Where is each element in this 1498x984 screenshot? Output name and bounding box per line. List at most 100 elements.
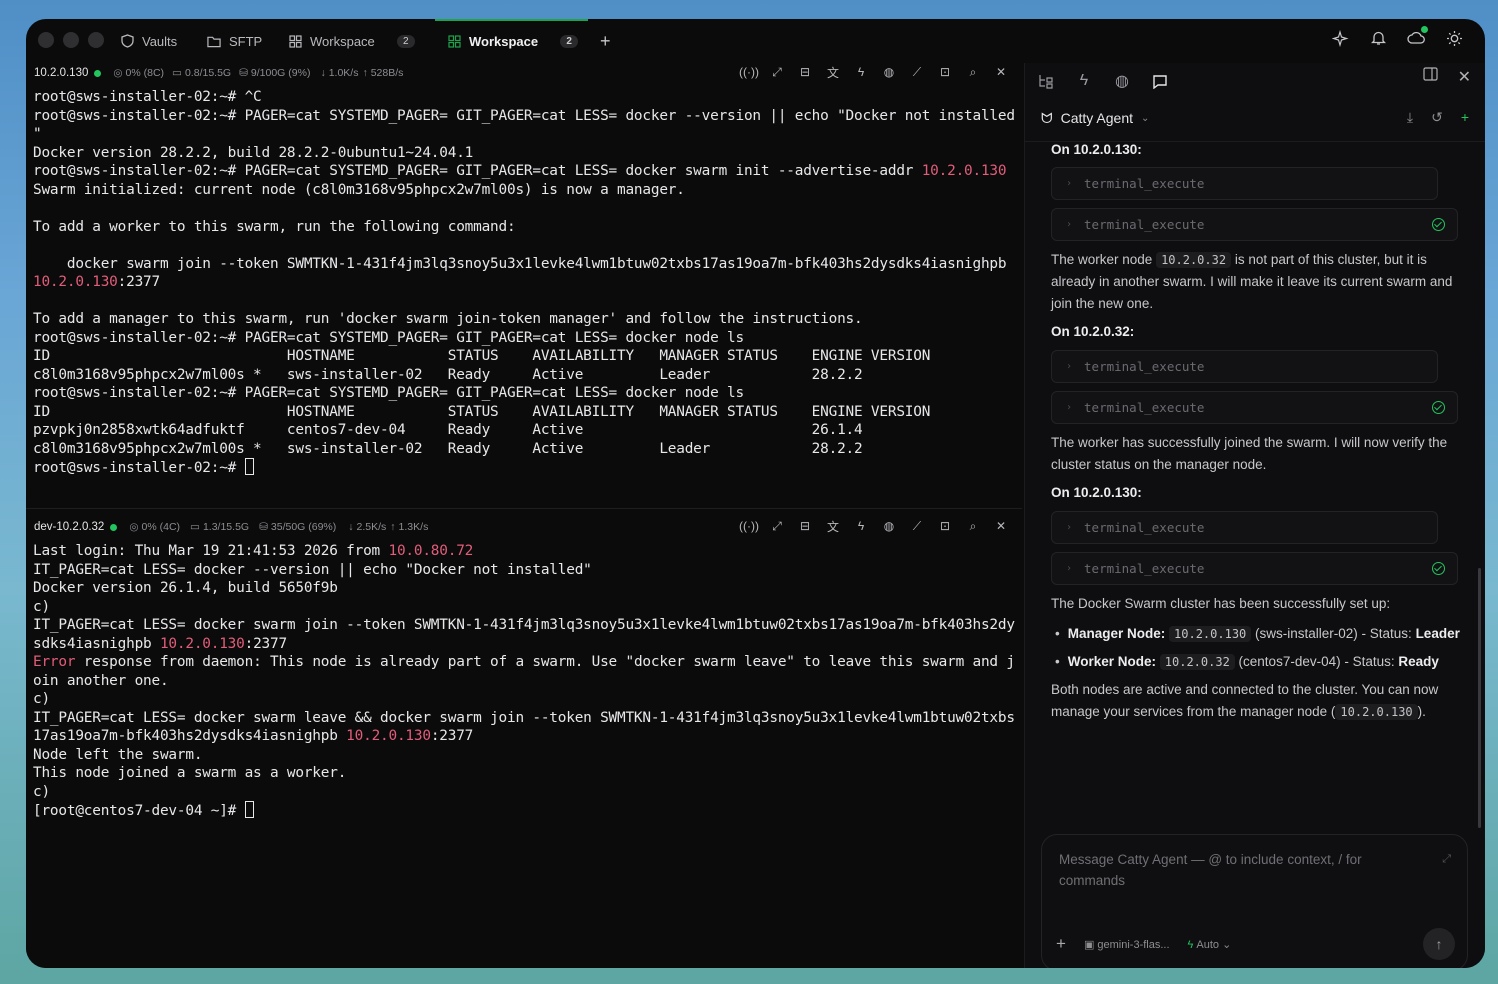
pane-toolbar: ((·)) ⤢ ⊟ 文 ϟ ◍ ⟋ ⊡ ⌕ ✕ [739,519,1008,534]
top-right-toolbar [1331,26,1463,47]
agent-selector[interactable]: Catty Agent [1061,110,1133,126]
close-icon[interactable]: ✕ [994,65,1008,79]
host-heading: On 10.2.0.130: [1051,142,1142,157]
folder-icon [207,34,221,48]
expand-icon[interactable]: ⤢ [1442,853,1451,866]
brush-icon[interactable]: ⟋ [910,519,924,533]
pane-status-bar: 10.2.0.130 ◎ 0% (8C) ▭ 0.8/15.5G ⛁ 9/100G (… [26,63,1022,83]
chat-icon[interactable] [1151,72,1169,90]
assistant-message: The Docker Swarm cluster has been succes… [1051,596,1391,611]
tab-vaults[interactable]: Vaults [120,27,177,55]
host-label: 10.2.0.130 [34,67,89,79]
terminal-cursor [244,801,254,818]
split-icon[interactable]: ⊟ [798,65,812,79]
palette-icon[interactable]: ◍ [882,519,896,533]
message-input[interactable]: Message Catty Agent — @ to include conte… [1059,849,1419,891]
new-chat-plus-icon[interactable]: + [1461,109,1469,126]
code-icon[interactable]: ⊡ [938,65,952,79]
minimize-window-button[interactable] [63,32,79,48]
expand-icon[interactable]: ⤢ [770,519,784,533]
window-controls [38,32,104,48]
agent-header: ᗢ Catty Agent ⌄ ⤓ ↺ + [1041,107,1469,129]
send-button[interactable]: ↑ [1423,928,1455,960]
code-icon[interactable]: ⊡ [938,519,952,533]
memory-stat: ▭ 0.8/15.5G [172,67,232,79]
maximize-window-button[interactable] [88,32,104,48]
mode-selector[interactable]: ϟ Auto ⌄ [1188,938,1232,951]
new-tab-button[interactable]: + [600,27,611,55]
tab-label: Vaults [142,33,178,49]
chat-transcript: On 10.2.0.130: › terminal_execute › termin… [1051,141,1461,731]
palette-icon[interactable]: ◍ [1113,72,1131,90]
history-icon[interactable]: ↺ [1431,109,1443,126]
chevron-down-icon[interactable]: ⌄ [1141,113,1149,124]
tab-label: SFTP [229,33,263,49]
agent-panel: ϟ ◍ ✕ ᗢ Catty Agent ⌄ ⤓ ↺ + On 10.2.0.13… [1024,63,1485,968]
check-circle-icon [1432,218,1445,231]
search-icon[interactable]: ⌕ [966,519,980,533]
sidebar-toggle-icon[interactable] [1422,67,1438,87]
composer-toolbar: + ▣ gemini-3-flas... ϟ Auto ⌄ [1056,934,1231,954]
cpu-stat: ◎ 0% (4C) [129,521,181,533]
tab-label: Workspace [310,33,375,49]
brush-icon[interactable]: ⟋ [910,65,924,79]
bell-icon[interactable] [1369,29,1387,47]
broadcast-icon[interactable]: ((·)) [739,65,759,79]
translate-icon[interactable]: 文 [826,65,840,80]
tab-workspace-2[interactable]: Workspace 2 [434,19,589,55]
plus-icon: + [600,30,611,51]
close-icon[interactable]: ✕ [994,519,1008,533]
connection-dot [94,69,102,77]
download-icon[interactable]: ⤓ [1407,109,1413,126]
tool-call[interactable]: › terminal_execute [1051,391,1458,424]
terminal-pane-worker[interactable]: dev-10.2.0.32 ◎ 0% (4C) ▭ 1.3/15.5G ⛁ 35/50… [26,517,1022,968]
app-window: Vaults SFTP Workspace 2 Workspace 2 + 10… [26,19,1485,968]
lightning-icon[interactable]: ϟ [854,65,868,79]
disk-icon: ⛁ [259,521,268,533]
palette-icon[interactable]: ◍ [882,65,896,79]
terminal-pane-manager[interactable]: 10.2.0.130 ◎ 0% (8C) ▭ 0.8/15.5G ⛁ 9/100G (… [26,63,1022,508]
tab-badge: 2 [560,34,579,48]
close-window-button[interactable] [38,32,54,48]
tab-sftp[interactable]: SFTP [207,27,262,55]
grid-icon [447,34,461,48]
terminal-output[interactable]: root@sws-installer-02:~# ^C root@sws-inst… [26,88,1022,478]
lightning-icon[interactable]: ϟ [1075,72,1093,90]
message-composer[interactable]: Message Catty Agent — @ to include conte… [1041,834,1468,968]
connection-dot [110,523,118,531]
list-item: • Manager Node: 10.2.0.130 (sws-installer… [1055,626,1460,642]
tool-call[interactable]: › terminal_execute [1051,167,1438,200]
expand-icon[interactable]: ⤢ [770,65,784,79]
split-icon[interactable]: ⊟ [798,519,812,533]
chat-scrollbar[interactable] [1478,568,1481,828]
host-heading: On 10.2.0.130: [1051,485,1142,500]
theme-sun-icon[interactable] [1445,29,1463,47]
cpu-stat: ◎ 0% (8C) [113,67,165,79]
chevron-right-icon: › [1066,521,1073,533]
attach-plus-icon[interactable]: + [1056,934,1066,954]
pane-toolbar: ((·)) ⤢ ⊟ 文 ϟ ◍ ⟋ ⊡ ⌕ ✕ [739,65,1008,80]
lightning-icon: ϟ [1187,938,1194,951]
tool-call[interactable]: › terminal_execute [1051,208,1458,241]
pane-divider[interactable] [26,508,1022,509]
sparkle-icon[interactable] [1331,29,1349,47]
agent-toolbar: ⤓ ↺ + [1407,109,1469,126]
search-icon[interactable]: ⌕ [966,65,980,79]
memory-icon: ▭ [172,67,182,79]
tab-workspace-1[interactable]: Workspace 2 [288,27,415,55]
cpu-icon: ◎ [113,67,123,79]
tool-call[interactable]: › terminal_execute [1051,350,1438,383]
tool-call[interactable]: › terminal_execute [1051,552,1458,585]
model-selector[interactable]: ▣ gemini-3-flas... [1084,938,1170,951]
arrow-down-icon: ↓ [348,521,354,533]
cloud-sync-icon[interactable] [1407,26,1428,47]
translate-icon[interactable]: 文 [826,519,840,534]
terminal-output[interactable]: Last login: Thu Mar 19 21:41:53 2026 fro… [26,542,1022,821]
tool-call[interactable]: › terminal_execute [1051,511,1438,544]
tab-bar: Vaults SFTP Workspace 2 Workspace 2 + [26,19,1485,63]
lightning-icon[interactable]: ϟ [854,519,868,533]
broadcast-icon[interactable]: ((·)) [739,519,759,533]
tree-icon[interactable] [1037,72,1055,90]
cpu-icon: ◎ [129,521,139,533]
close-icon[interactable]: ✕ [1458,67,1471,87]
